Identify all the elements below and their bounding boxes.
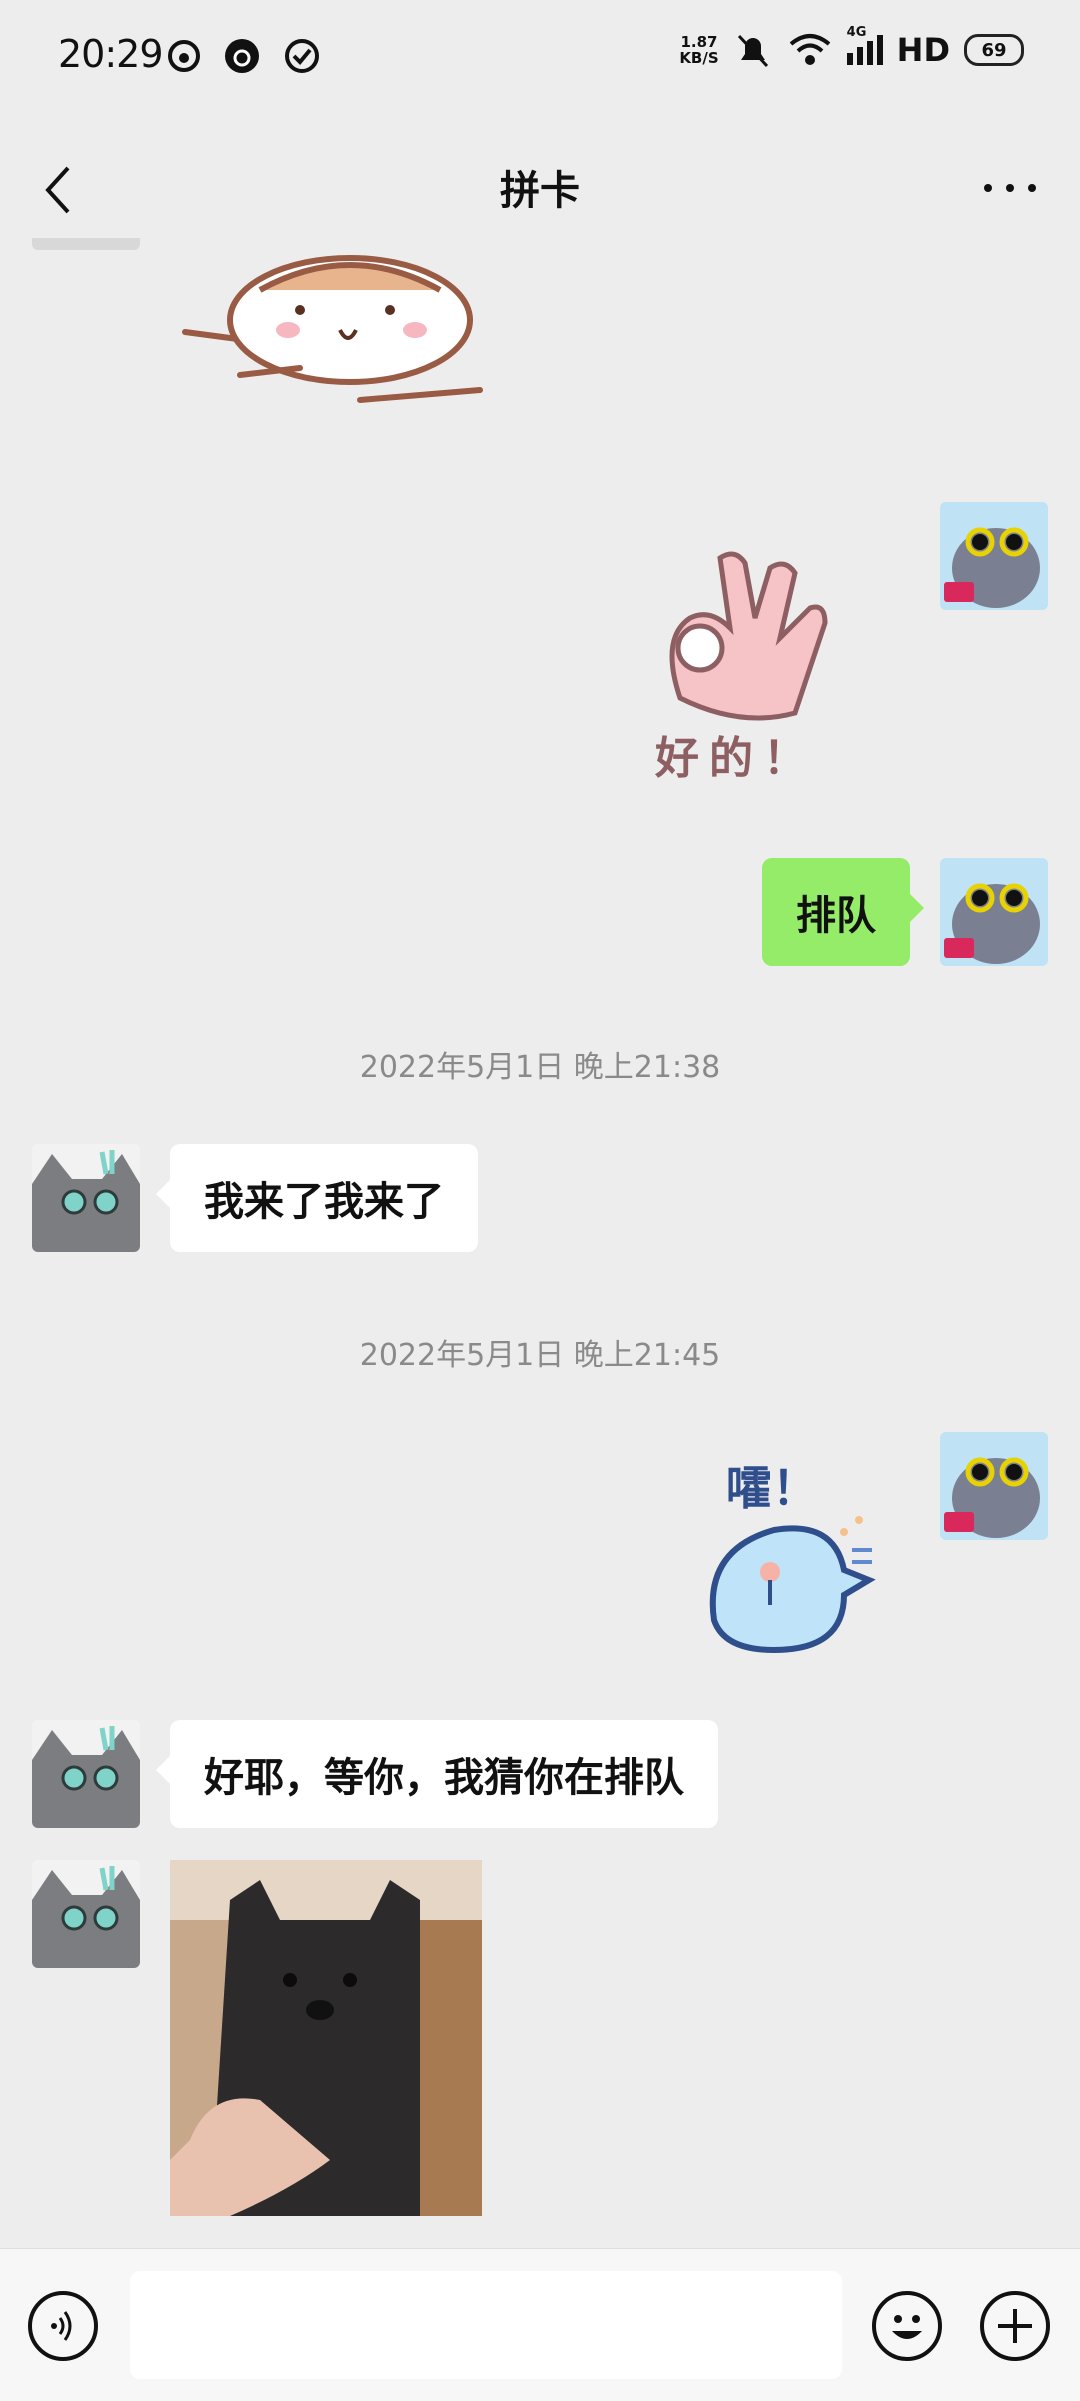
- message-input[interactable]: [130, 2271, 842, 2379]
- network-label: 4G: [846, 25, 867, 40]
- signal-icon: 4G: [846, 25, 883, 65]
- status-right: 1.87 KB/S 4G HD 69: [679, 25, 1024, 70]
- message-bubble-other[interactable]: 我来了我来了: [156, 1144, 478, 1252]
- status-time: 20:29: [58, 32, 164, 76]
- app-icon: [225, 39, 259, 73]
- net-speed: 1.87 KB/S: [679, 34, 718, 66]
- emoji-button[interactable]: [872, 2291, 942, 2361]
- blue-bird-sticker[interactable]: [694, 1510, 884, 1660]
- message-bubble-other[interactable]: 好耶，等你，我猜你在排队: [156, 1720, 718, 1828]
- contact-avatar[interactable]: [32, 1860, 140, 1968]
- photo-content: [170, 1860, 482, 2216]
- timestamp: 2022年5月1日 晚上21:45: [359, 1338, 721, 1373]
- weibo-icon: [168, 40, 200, 72]
- more-icon[interactable]: [980, 178, 1040, 198]
- gray-cat-avatar-icon: [32, 1720, 140, 1828]
- net-speed-value: 1.87: [680, 33, 718, 51]
- voice-button[interactable]: [28, 2291, 98, 2361]
- contact-avatar[interactable]: [32, 1144, 140, 1252]
- cat-sunglasses-avatar-icon: [940, 1432, 1048, 1540]
- hamster-sticker[interactable]: [180, 250, 500, 410]
- wifi-icon: [789, 34, 830, 65]
- emoji-icon: [892, 2315, 922, 2339]
- status-bar: 20:29 1.87 KB/S 4G HD 69: [0, 0, 1080, 120]
- cat-sunglasses-avatar-icon: [940, 858, 1048, 966]
- input-bar: [0, 2248, 1080, 2401]
- sticker-caption: 嚯！: [726, 1461, 818, 1515]
- check-circle-icon: [285, 39, 319, 73]
- avatar: [32, 238, 140, 250]
- mute-icon: [737, 34, 768, 68]
- nav-bar: 拼卡: [0, 120, 1080, 250]
- gray-cat-avatar-icon: [32, 1144, 140, 1252]
- my-avatar[interactable]: [940, 1432, 1048, 1540]
- sticker-caption: 好的！: [655, 733, 817, 784]
- message-bubble-mine[interactable]: 排队: [762, 858, 924, 966]
- net-speed-unit: KB/S: [679, 49, 719, 67]
- contact-avatar[interactable]: [32, 1720, 140, 1828]
- battery-indicator: 69: [964, 34, 1024, 66]
- plus-button[interactable]: [980, 2291, 1050, 2361]
- hd-label: HD: [896, 31, 950, 69]
- my-avatar[interactable]: [940, 858, 1048, 966]
- black-animal-photo[interactable]: [170, 1860, 482, 2216]
- chat-title: 拼卡: [500, 168, 580, 214]
- my-avatar[interactable]: [940, 502, 1048, 610]
- gray-cat-avatar-icon: [32, 1860, 140, 1968]
- timestamp: 2022年5月1日 晚上21:38: [359, 1050, 721, 1085]
- plus-icon: [998, 2309, 1032, 2343]
- cat-sunglasses-avatar-icon: [940, 502, 1048, 610]
- voice-icon: [51, 2311, 72, 2341]
